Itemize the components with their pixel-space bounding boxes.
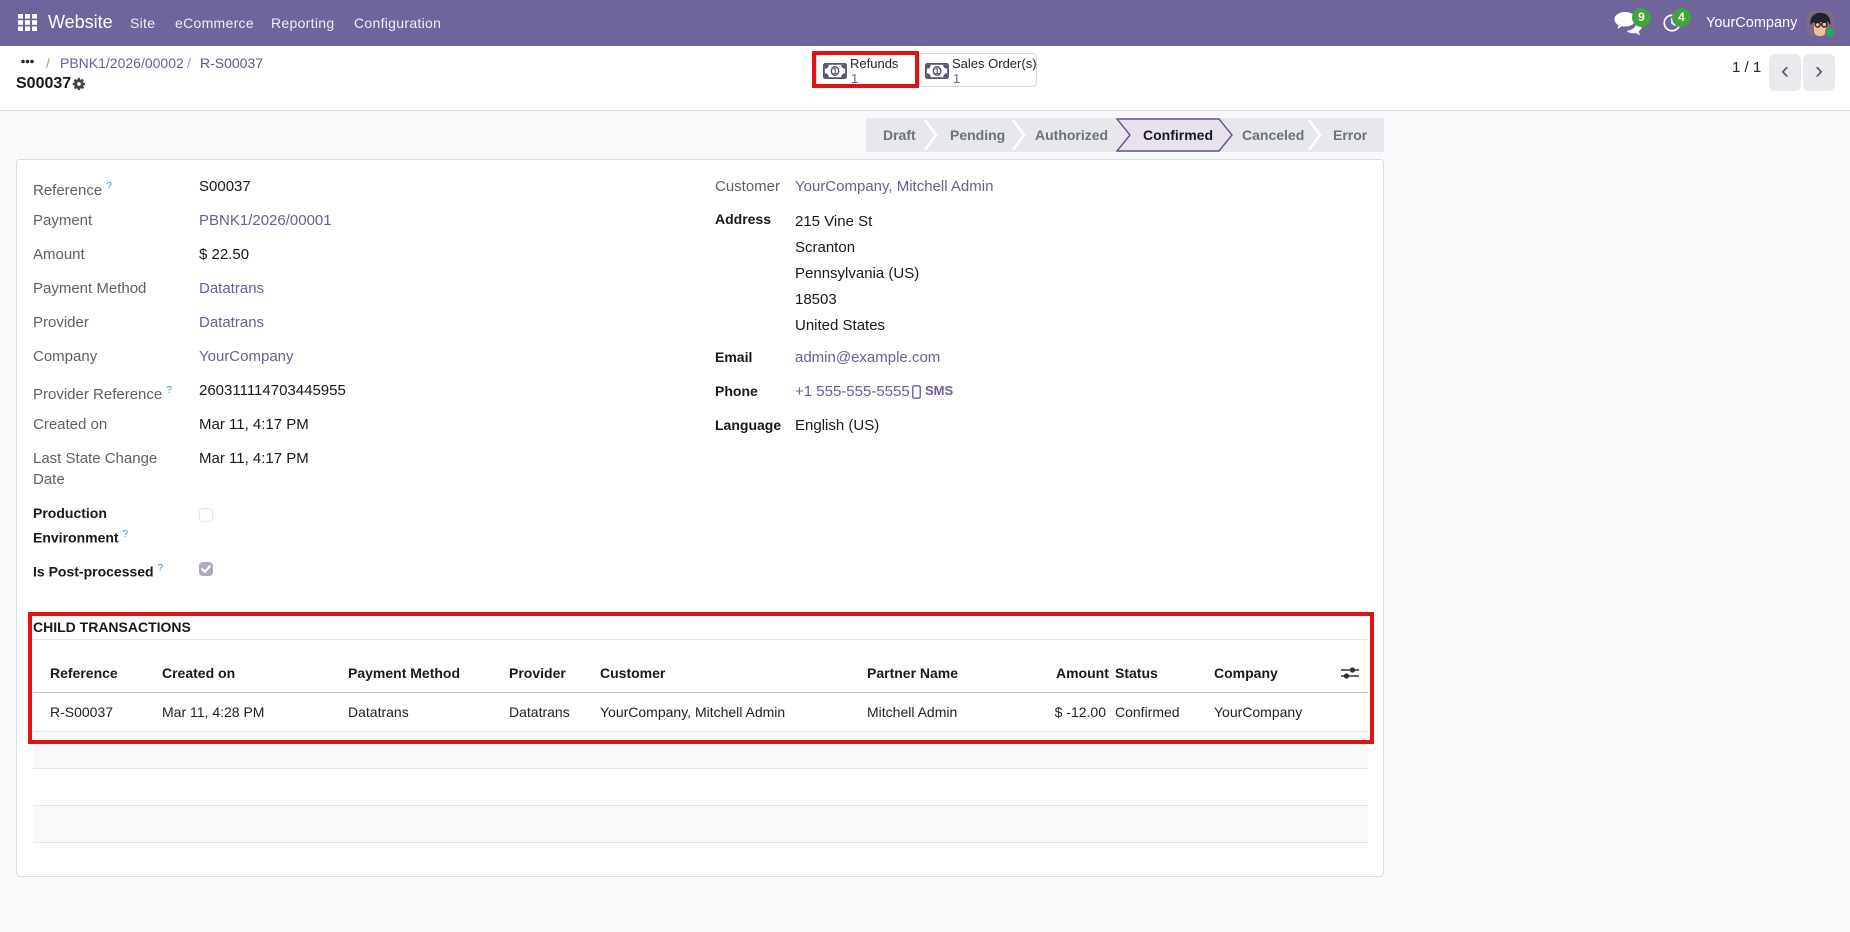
svg-text:Confirmed: Confirmed (1143, 127, 1213, 143)
svg-text:1: 1 (935, 67, 940, 76)
